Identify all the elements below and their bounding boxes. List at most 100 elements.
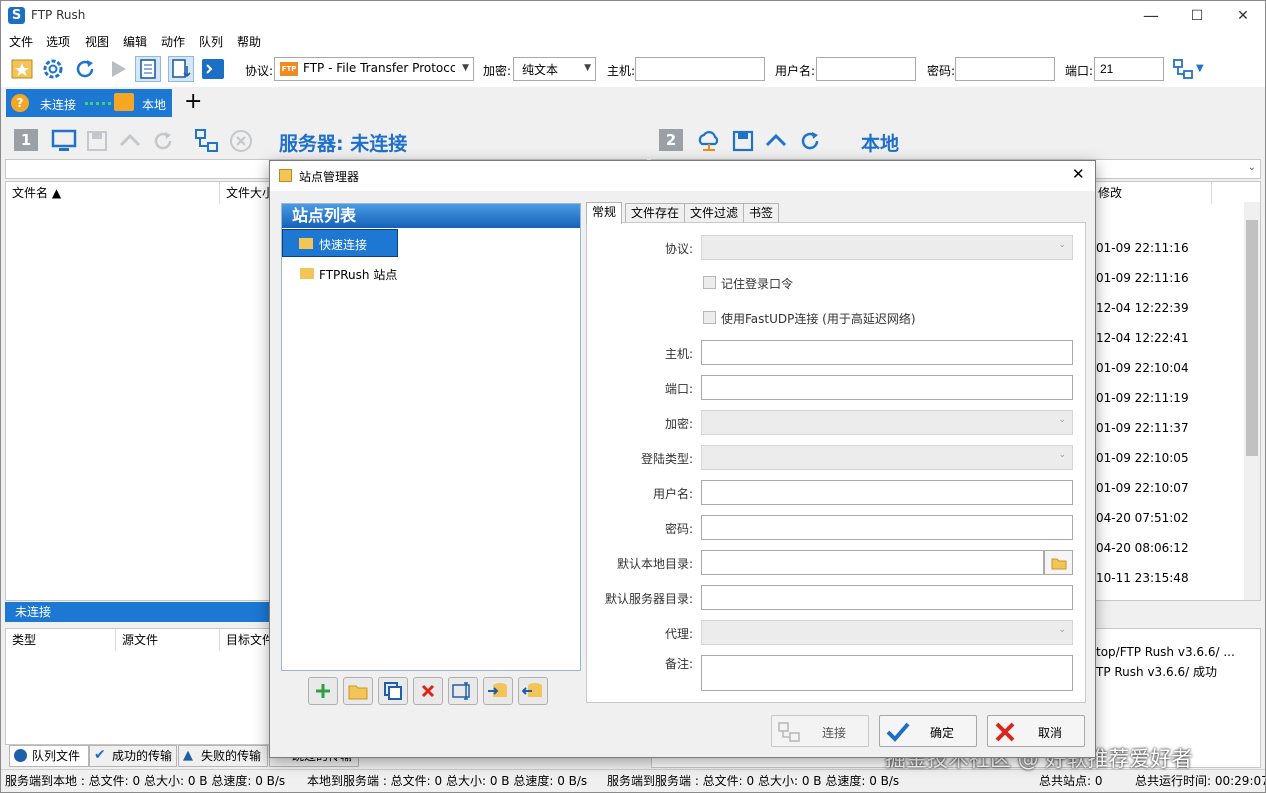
ok-button[interactable]: 确定 <box>879 715 977 747</box>
tab-general[interactable]: 常规 <box>586 202 623 224</box>
port-input[interactable] <box>1094 57 1164 81</box>
settings-gear-icon[interactable] <box>40 56 66 82</box>
tab-file-filter[interactable]: 文件过滤 <box>684 203 745 223</box>
computer-icon[interactable] <box>50 127 78 155</box>
terminal-icon[interactable] <box>200 56 226 82</box>
remember-password-checkbox[interactable] <box>703 276 716 289</box>
port-input[interactable] <box>701 375 1073 400</box>
refresh-icon[interactable] <box>796 127 824 155</box>
up-directory-icon[interactable] <box>116 127 144 155</box>
encrypt-label: 加密: <box>664 417 693 431</box>
protocol-select[interactable]: FTP FTP - File Transfer Protocc ▼ <box>274 57 474 81</box>
cloud-network-icon[interactable] <box>695 127 723 155</box>
modified-date: 01-09 22:11:16 <box>1096 241 1189 255</box>
refresh-icon[interactable] <box>149 127 177 155</box>
server-panel-header: 1 服务器: 未连接 <box>1 119 651 163</box>
close-button[interactable]: ✕ <box>1220 1 1265 31</box>
encrypt-label: 加密: <box>483 64 512 78</box>
encrypt-select[interactable]: ⌄ <box>701 410 1073 435</box>
log-document-icon[interactable] <box>135 56 161 82</box>
tab-failed-transfers[interactable]: ▲ 失败的传输 <box>178 745 268 767</box>
encrypt-select[interactable]: 纯文本 ▼ <box>513 57 596 81</box>
add-folder-button[interactable] <box>343 677 373 705</box>
tab-file-exists[interactable]: 文件存在 <box>625 203 686 223</box>
save-icon[interactable] <box>83 127 111 155</box>
username-input[interactable] <box>701 480 1073 505</box>
login-type-select[interactable]: ⌄ <box>701 445 1073 470</box>
password-input[interactable] <box>701 515 1073 540</box>
refresh-icon[interactable] <box>72 56 98 82</box>
port-label: 端口: <box>664 382 693 396</box>
protocol-select[interactable]: ⌄ <box>701 235 1073 260</box>
proxy-select[interactable]: ⌄ <box>701 620 1073 645</box>
ftp-rush-window: S FTP Rush — ☐ ✕ 文件 选项 视图 编辑 动作 队列 帮助 协议… <box>0 0 1266 793</box>
port-label: 端口: <box>1065 64 1094 78</box>
host-input[interactable] <box>635 57 765 81</box>
copy-site-button[interactable] <box>378 677 408 705</box>
column-header-modified[interactable]: 修改 <box>1092 182 1212 204</box>
play-icon[interactable] <box>105 56 131 82</box>
menu-action[interactable]: 动作 <box>161 33 185 50</box>
local-panel-title: 本地 <box>861 133 900 155</box>
site-list[interactable]: 站点列表 快速连接 FTPRush 站点 <box>281 203 581 671</box>
menu-file[interactable]: 文件 <box>9 33 33 50</box>
login-type-label: 登陆类型: <box>640 452 693 466</box>
log-line: top/FTP Rush v3.6.6/ ... <box>1096 645 1235 659</box>
disconnect-icon[interactable] <box>227 127 255 155</box>
host-input[interactable] <box>701 340 1073 365</box>
local-dir-label: 默认本地目录: <box>616 557 693 571</box>
quick-connect-dropdown-icon[interactable]: ▼ <box>1196 63 1204 74</box>
menu-options[interactable]: 选项 <box>46 33 70 50</box>
password-input[interactable] <box>955 57 1055 81</box>
chevron-down-icon: ⌄ <box>1247 162 1256 173</box>
column-header-name[interactable]: 文件名 ▲ <box>6 182 220 204</box>
site-manager-icon[interactable] <box>9 56 35 82</box>
network-connect-icon[interactable] <box>193 127 221 155</box>
add-tab-button[interactable]: + <box>184 89 202 115</box>
transfer-queue-icon[interactable] <box>168 56 194 82</box>
folder-icon <box>300 268 314 279</box>
menu-edit[interactable]: 编辑 <box>123 33 147 50</box>
local-dir-input[interactable] <box>701 550 1044 575</box>
tab-bookmarks[interactable]: 书签 <box>743 203 780 223</box>
import-site-button[interactable] <box>483 677 513 705</box>
scrollbar-thumb[interactable] <box>1246 220 1258 456</box>
rename-site-button[interactable] <box>448 677 478 705</box>
quick-connect-icon[interactable] <box>1171 56 1197 82</box>
maximize-button[interactable]: ☐ <box>1174 1 1220 31</box>
minimize-button[interactable]: — <box>1128 1 1174 31</box>
cancel-x-icon <box>995 722 1015 742</box>
tab-queue-files[interactable]: 队列文件 <box>9 745 89 767</box>
cancel-button[interactable]: 取消 <box>987 715 1085 747</box>
delete-site-button[interactable] <box>413 677 443 705</box>
modified-date: 04-20 08:06:12 <box>1096 541 1189 555</box>
browse-folder-button[interactable] <box>1044 550 1073 575</box>
add-site-button[interactable] <box>308 677 338 705</box>
dialog-title: 站点管理器 <box>299 170 360 184</box>
chevron-down-icon: ⌄ <box>1058 625 1066 635</box>
site-item-ftprush[interactable]: FTPRush 站点 <box>282 260 422 284</box>
menu-view[interactable]: 视图 <box>85 33 109 50</box>
vertical-scrollbar[interactable] <box>1244 202 1260 600</box>
connection-tab[interactable]: ? 未连接 本地 <box>6 89 172 117</box>
up-directory-icon[interactable] <box>762 127 790 155</box>
proxy-label: 代理: <box>664 627 693 641</box>
note-textarea[interactable] <box>701 655 1073 691</box>
server-dir-input[interactable] <box>701 585 1073 610</box>
log-line: TP Rush v3.6.6/ 成功 <box>1096 665 1217 679</box>
dialog-close-button[interactable]: ✕ <box>1072 165 1085 183</box>
panel-number: 1 <box>14 129 38 151</box>
export-site-button[interactable] <box>518 677 548 705</box>
menu-help[interactable]: 帮助 <box>237 33 261 50</box>
column-header-source[interactable]: 源文件 <box>116 629 220 651</box>
site-item-quick-connect[interactable]: 快速连接 <box>282 229 398 257</box>
site-list-header: 站点列表 <box>282 204 580 228</box>
modified-date: 01-09 22:11:16 <box>1096 271 1189 285</box>
bookmark-icon[interactable] <box>729 127 757 155</box>
menu-queue[interactable]: 队列 <box>199 33 223 50</box>
tab-success-transfers[interactable]: ✔ 成功的传输 <box>89 745 177 767</box>
fastudp-checkbox[interactable] <box>703 311 716 324</box>
connect-button[interactable]: 连接 <box>771 715 869 747</box>
column-header-type[interactable]: 类型 <box>6 629 116 651</box>
username-input[interactable] <box>816 57 916 81</box>
